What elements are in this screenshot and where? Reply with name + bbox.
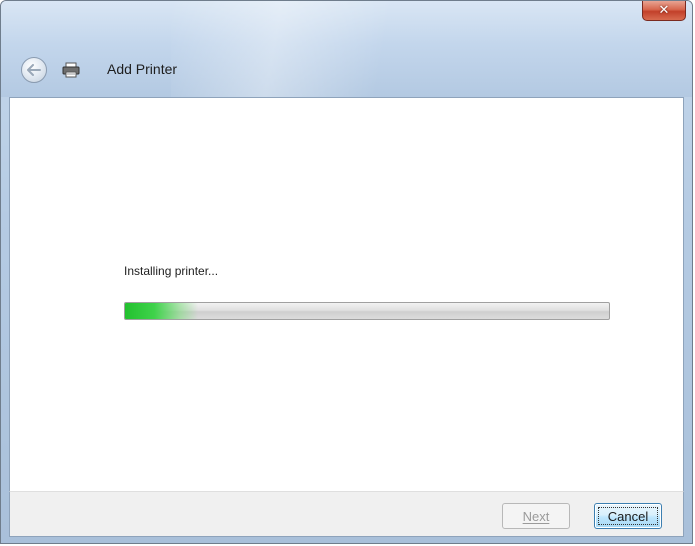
- window-title: Add Printer: [107, 61, 178, 77]
- next-button-label: Next: [522, 508, 550, 524]
- button-bar: Next Cancel: [9, 491, 684, 537]
- back-button[interactable]: [21, 57, 47, 83]
- title-bar: ✕ Add Printer: [1, 1, 692, 97]
- progress-bar: [124, 302, 610, 320]
- back-arrow-icon: [27, 64, 41, 76]
- glass-highlight: [171, 1, 431, 97]
- status-text: Installing printer...: [124, 264, 219, 278]
- cancel-button-label: Cancel: [607, 508, 649, 524]
- printer-icon: [62, 62, 80, 78]
- next-button[interactable]: Next: [502, 503, 570, 529]
- close-icon: ✕: [658, 3, 670, 18]
- cancel-button[interactable]: Cancel: [594, 503, 662, 529]
- progress-fill: [125, 303, 198, 319]
- close-button[interactable]: ✕: [642, 1, 686, 21]
- content-area: Installing printer...: [9, 97, 684, 491]
- add-printer-window: ✕ Add Printer Installing printer... Next…: [0, 0, 693, 544]
